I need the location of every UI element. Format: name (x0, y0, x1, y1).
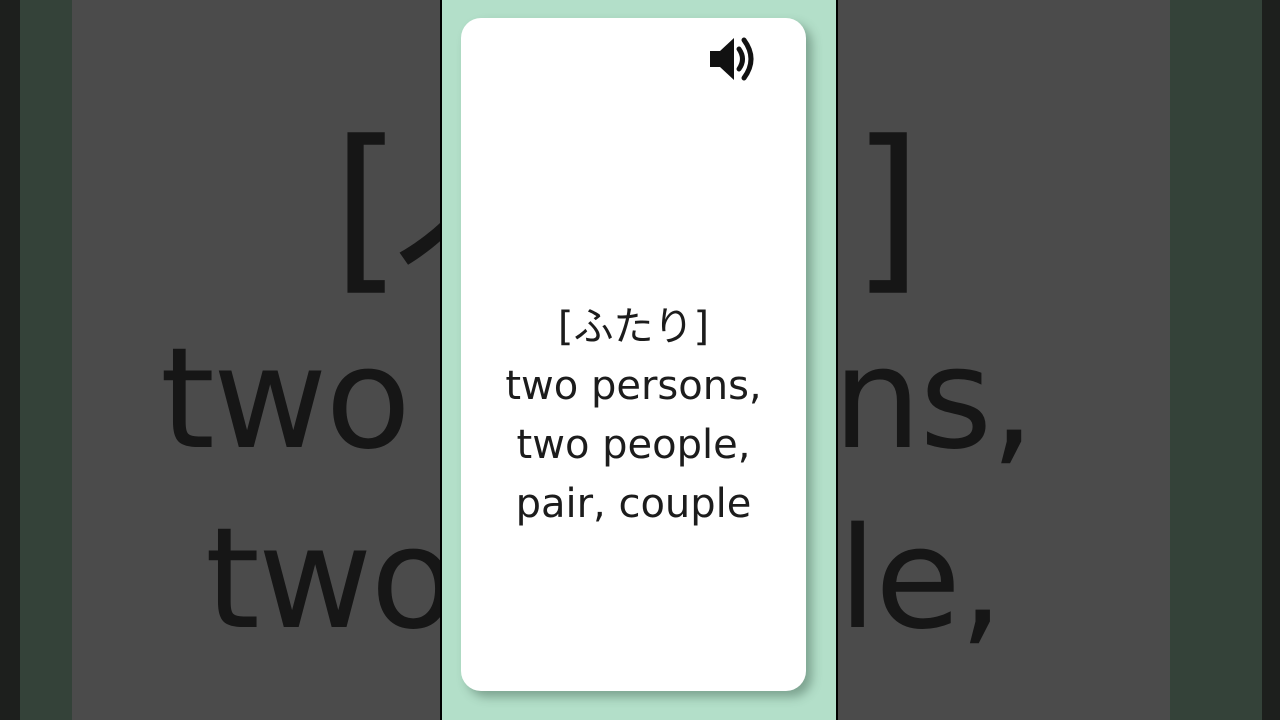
flashcard-content: [ふたり] two persons, two people, pair, cou… (461, 298, 806, 534)
background-line-1: two persons, (160, 318, 440, 481)
meaning-line: pair, couple (515, 481, 752, 527)
flashcard[interactable]: [ふたり] two persons, two people, pair, cou… (461, 18, 806, 691)
meaning-line: two people, (516, 422, 751, 468)
background-line-2: two people, (205, 498, 440, 661)
blurred-background-right: ] two persons, two people, (838, 0, 1280, 720)
blurred-background-left: [ ふ two persons, two people, (0, 0, 440, 720)
reading-text: [ふたり] (557, 304, 710, 350)
video-frame: [ ふ two persons, two people, ] two perso… (0, 0, 1280, 720)
speaker-volume-icon[interactable] (706, 32, 762, 86)
meaning-line: two persons, (505, 363, 762, 409)
phone-screen: [ふたり] two persons, two people, pair, cou… (442, 0, 836, 720)
